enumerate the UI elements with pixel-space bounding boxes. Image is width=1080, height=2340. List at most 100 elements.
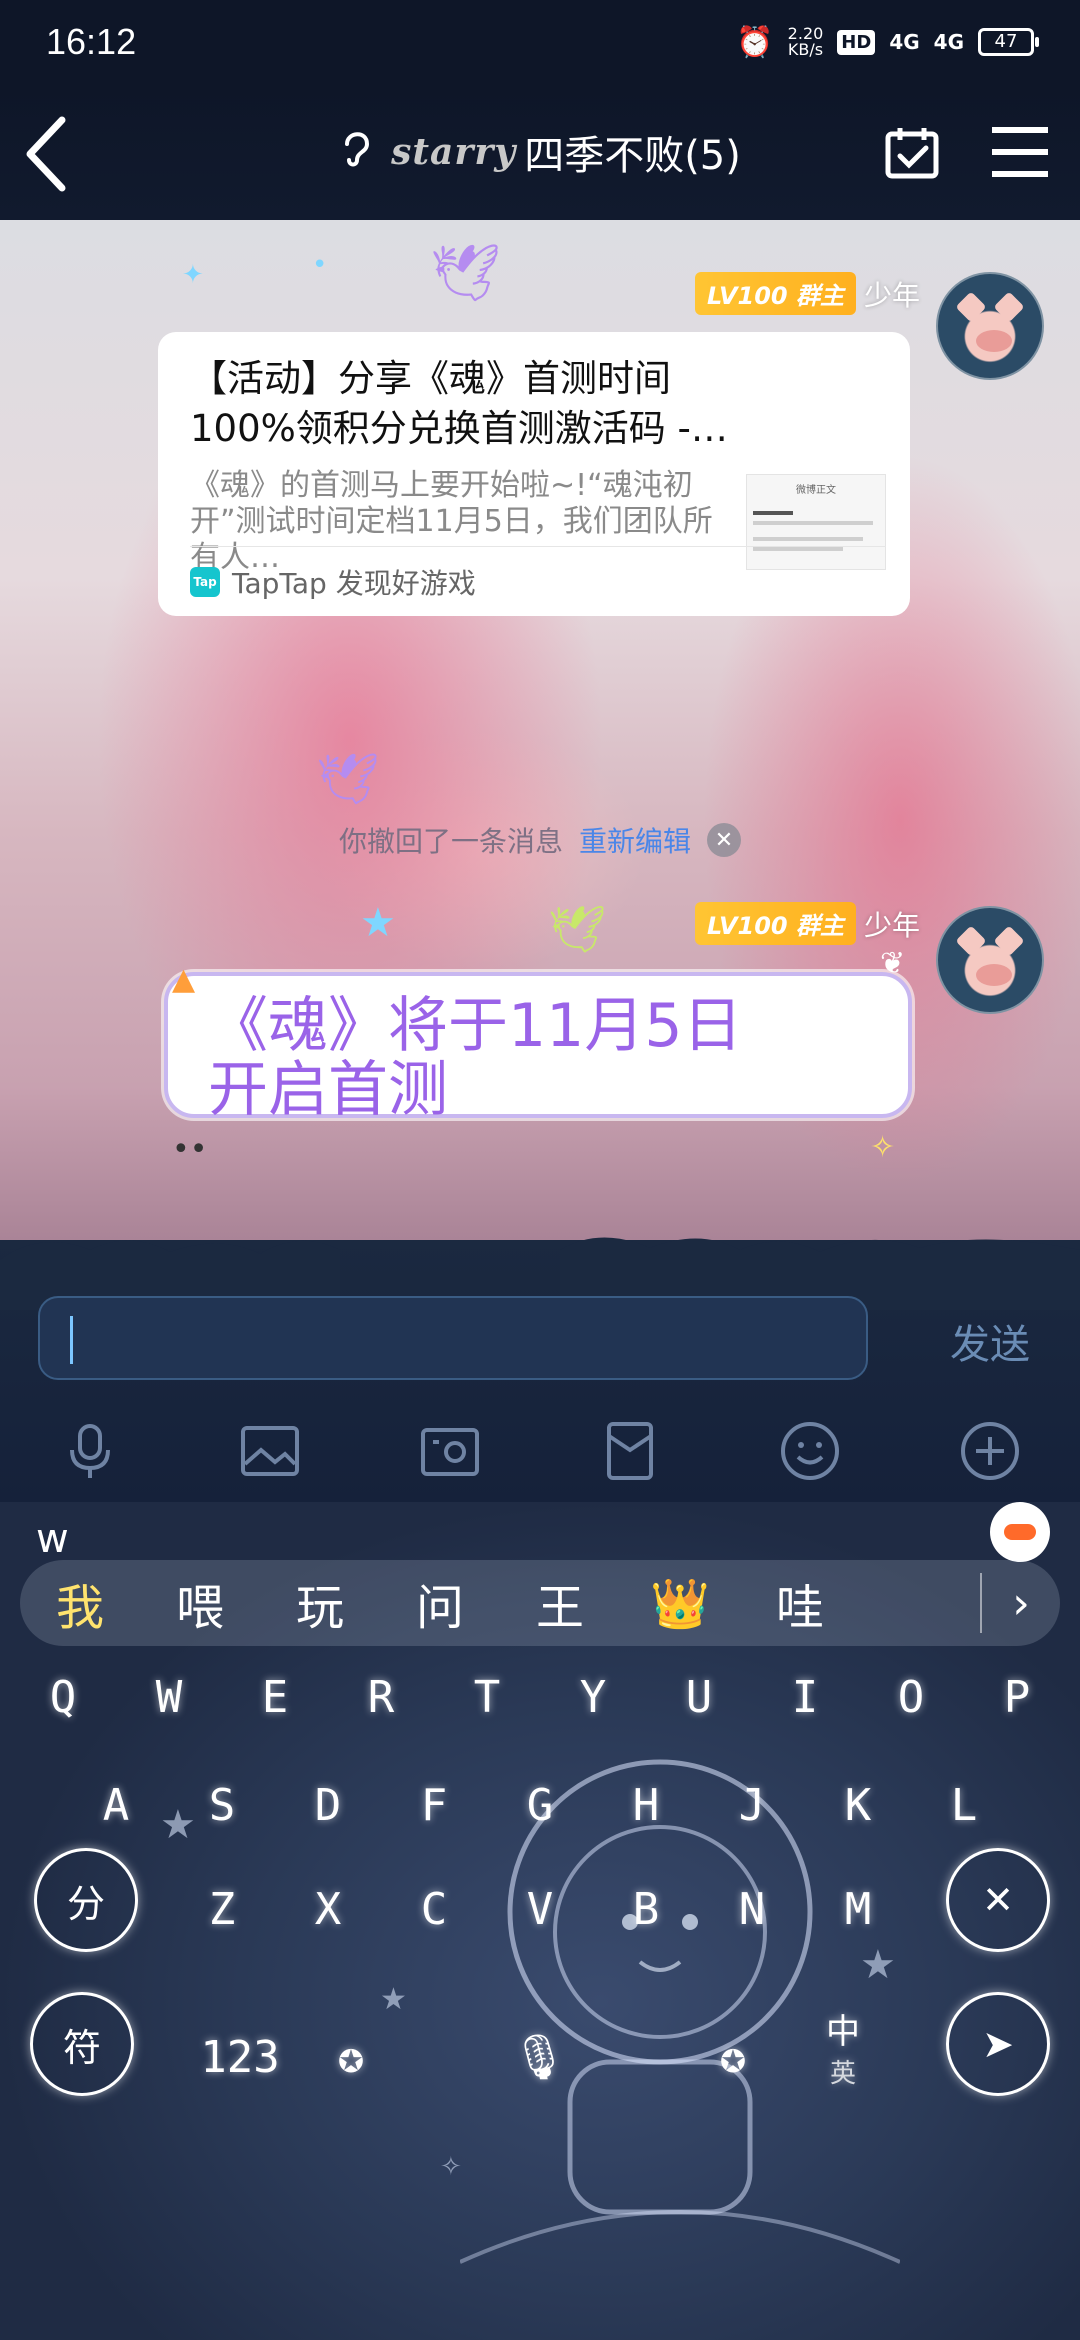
recall-notice: 你撤回了一条消息 重新编辑 ✕ xyxy=(0,820,1080,860)
backspace-key[interactable]: ✕ xyxy=(946,1848,1050,1952)
key[interactable]: K xyxy=(805,1750,911,1860)
key[interactable]: F xyxy=(381,1750,487,1860)
sender-name: 少年 xyxy=(863,908,920,942)
number-key[interactable]: 123 xyxy=(180,2002,300,2112)
status-bar: 16:12 ⏰ 2.20 KB/s HD 4G 4G 47 xyxy=(0,0,1080,84)
star-comma-key[interactable]: ✪ xyxy=(298,2002,404,2112)
more-button[interactable] xyxy=(959,1420,1021,1482)
key[interactable]: X xyxy=(275,1854,381,1964)
key[interactable]: Q xyxy=(10,1642,116,1752)
hamburger-icon xyxy=(992,127,1048,177)
avatar[interactable] xyxy=(936,272,1044,380)
card-title-line2: 100%领积分兑换首测激活码 -… xyxy=(190,407,728,450)
key[interactable]: E xyxy=(222,1642,328,1752)
wing-icon: ❦ xyxy=(880,946,906,981)
sparkle-icon: ✦ xyxy=(182,260,204,290)
sender-row: LV100 群主 少年 xyxy=(694,272,920,315)
key[interactable]: A xyxy=(63,1750,169,1860)
key[interactable]: G xyxy=(487,1750,593,1860)
re-edit-link[interactable]: 重新编辑 xyxy=(579,820,691,860)
key[interactable]: V xyxy=(487,1854,593,1964)
avatar-ear xyxy=(955,925,987,957)
key[interactable]: M xyxy=(805,1854,911,1964)
key[interactable]: L xyxy=(911,1750,1017,1860)
chevron-right-icon[interactable]: › xyxy=(980,1573,1060,1633)
key[interactable]: R xyxy=(328,1642,434,1752)
star-icon: ✧ xyxy=(440,2152,462,2182)
card-source: TapTap 发现好游戏 xyxy=(232,566,476,600)
key[interactable]: S xyxy=(169,1750,275,1860)
composing-text: w xyxy=(36,1516,69,1562)
candidate[interactable]: 问 xyxy=(380,1568,500,1638)
key[interactable]: O xyxy=(858,1642,964,1752)
key[interactable]: T xyxy=(434,1642,540,1752)
red-packet-button[interactable] xyxy=(599,1420,661,1482)
paper-crane-icon: 🕊 xyxy=(548,902,607,956)
thumb-line xyxy=(753,511,793,515)
avatar-snout xyxy=(976,330,1012,352)
candidate[interactable]: 喂 xyxy=(140,1568,260,1638)
voice-button[interactable] xyxy=(59,1420,121,1482)
key[interactable]: P xyxy=(964,1642,1070,1752)
level-badge: LV100 群主 xyxy=(694,272,856,315)
input-area: 发送 xyxy=(0,1237,1080,1502)
keyboard: w 我 喂 玩 问 王 👑 哇 › ★ ★ ★ ✧ Q W E R T Y U … xyxy=(0,1502,1080,2340)
signal-1: 4G xyxy=(889,30,920,54)
thumb-line xyxy=(753,521,873,525)
rocket-icon: ➤ xyxy=(982,2022,1014,2066)
link-card[interactable]: 【活动】分享《魂》首测时间 100%领积分兑换首测激活码 -… 《魂》的首测马上… xyxy=(158,332,910,616)
face-icon: •• xyxy=(172,1132,208,1167)
sparkle-icon: ★ xyxy=(360,900,396,946)
key[interactable]: Y xyxy=(540,1642,646,1752)
candidate[interactable]: 👑 xyxy=(620,1575,740,1632)
keyboard-logo-icon[interactable] xyxy=(990,1502,1050,1562)
key[interactable]: I xyxy=(752,1642,858,1752)
chat-area[interactable]: 🕊 🕊 🕊 ✦ ★ • LV100 群主 少年 【活动】分享《魂》首测时间 10… xyxy=(0,220,1080,1240)
close-icon[interactable]: ✕ xyxy=(707,823,742,857)
candidate[interactable]: 哇 xyxy=(740,1568,860,1638)
chat-toolbar xyxy=(0,1406,1080,1496)
message-text-line1: 《魂》将于11月5日 xyxy=(208,991,743,1061)
thumb-line xyxy=(753,537,863,541)
hat-icon: ▲ xyxy=(172,962,196,997)
enter-key[interactable]: ➤ xyxy=(946,1992,1050,2096)
image-button[interactable] xyxy=(239,1420,301,1482)
sender-name: 少年 xyxy=(863,278,920,312)
key[interactable]: J xyxy=(699,1750,805,1860)
avatar-ear xyxy=(993,925,1025,957)
key[interactable]: Z xyxy=(169,1854,275,1964)
camera-button[interactable] xyxy=(419,1420,481,1482)
status-time: 16:12 xyxy=(46,21,137,62)
candidate[interactable]: 玩 xyxy=(260,1568,380,1638)
camera-icon xyxy=(421,1428,479,1476)
hd-badge: HD xyxy=(837,29,876,55)
key[interactable]: B xyxy=(593,1854,699,1964)
image-icon xyxy=(241,1426,299,1476)
avatar[interactable] xyxy=(936,906,1044,1014)
key[interactable]: N xyxy=(699,1854,805,1964)
microphone-icon[interactable]: 🎙 xyxy=(486,2002,592,2112)
key[interactable]: U xyxy=(646,1642,752,1752)
key[interactable]: H xyxy=(593,1750,699,1860)
recall-text: 你撤回了一条消息 xyxy=(338,825,563,858)
send-button[interactable]: 发送 xyxy=(950,1312,1030,1370)
candidate[interactable]: 王 xyxy=(500,1568,620,1638)
message-text-line2: 开启首测 xyxy=(208,1055,448,1125)
menu-button[interactable] xyxy=(990,124,1050,180)
key[interactable]: C xyxy=(381,1854,487,1964)
lang-switch-key[interactable]: 中 英 xyxy=(790,1992,896,2102)
candidate-bar: 我 喂 玩 问 王 👑 哇 › xyxy=(20,1560,1060,1646)
symbol-key[interactable]: 符 xyxy=(30,1992,134,2096)
candidate[interactable]: 我 xyxy=(20,1568,140,1638)
key[interactable]: W xyxy=(116,1642,222,1752)
key[interactable]: D xyxy=(275,1750,381,1860)
star-period-key[interactable]: ✪ xyxy=(680,2002,786,2112)
emoji-button[interactable] xyxy=(779,1420,841,1482)
paper-crane-icon: 🕊 xyxy=(316,750,380,808)
calendar-button[interactable] xyxy=(884,124,940,180)
group-name: 四季不败(5) xyxy=(524,133,741,179)
message-bubble[interactable]: 《魂》将于11月5日 开启首测 xyxy=(164,972,912,1122)
message-input[interactable] xyxy=(38,1296,868,1380)
key-row-3: Z X C V B N M xyxy=(0,1854,1080,1964)
microphone-icon xyxy=(70,1424,110,1478)
